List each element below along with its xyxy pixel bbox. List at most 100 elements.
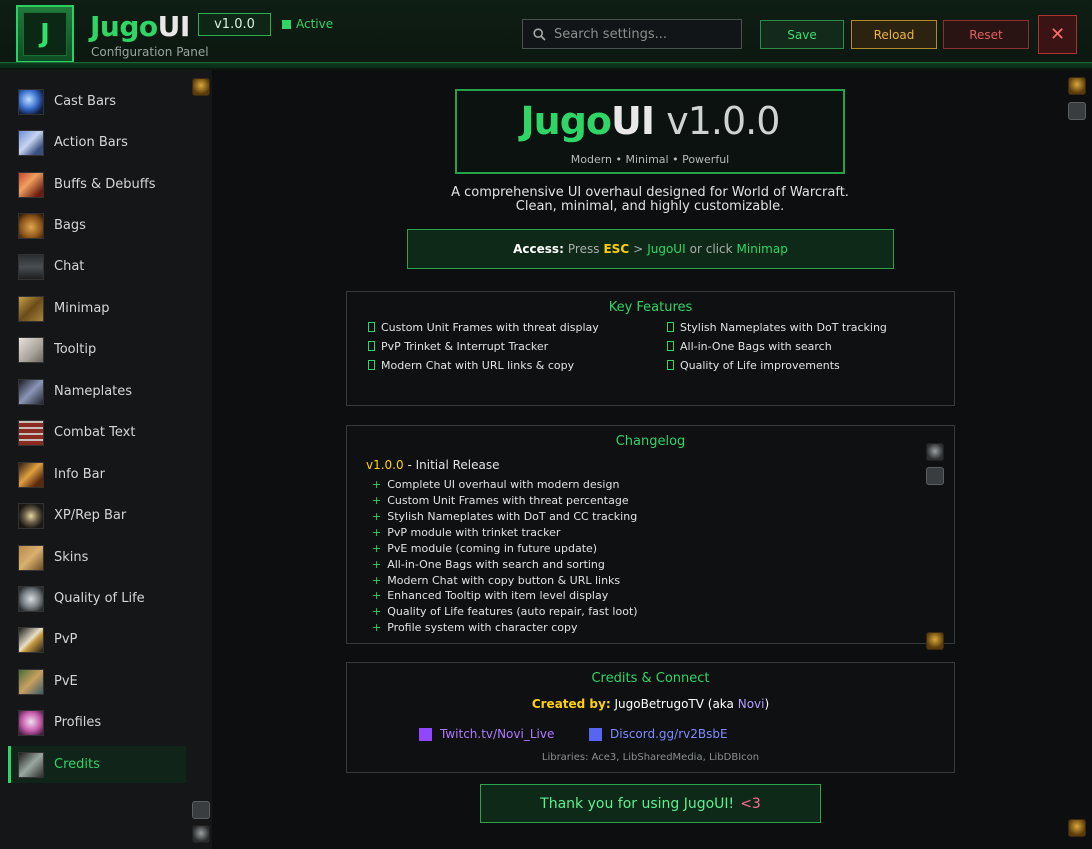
sidebar-item-xp-rep-bar[interactable]: XP/Rep Bar (8, 497, 186, 534)
access-label: Access: (513, 242, 564, 256)
changelog-item: + All-in-One Bags with search and sorting (372, 558, 605, 571)
sidebar-item-label: Quality of Life (54, 591, 145, 606)
minimap-icon (18, 295, 44, 322)
heart-text: <3 (740, 795, 761, 812)
credits-title: Credits & Connect (591, 671, 710, 686)
sidebar-scroll-up-button[interactable] (192, 78, 210, 96)
action-bars-icon (18, 129, 44, 156)
sidebar-item-bags[interactable]: Bags (8, 207, 186, 244)
plus-icon: + (372, 526, 382, 539)
discord-link[interactable]: Discord.gg/rv2BsbE (589, 727, 728, 741)
close-button[interactable]: ✕ (1038, 15, 1077, 54)
changelog-scroll-thumb[interactable] (926, 467, 944, 485)
app-title: JugoUI (90, 10, 190, 43)
changelog-item: + PvP module with trinket tracker (372, 526, 560, 539)
sidebar-item-buffs-debuffs[interactable]: Buffs & Debuffs (8, 166, 186, 203)
sidebar-item-pve[interactable]: PvE (8, 663, 186, 700)
sidebar-item-nameplates[interactable]: Nameplates (8, 373, 186, 410)
sidebar-item-label: Cast Bars (54, 94, 117, 109)
feature-text: PvP Trinket & Interrupt Tracker (381, 340, 549, 353)
credits-box: Credits & Connect Created by: JugoBetrug… (346, 662, 955, 773)
feature-text: All-in-One Bags with search (680, 340, 832, 353)
logo-letter: J (23, 12, 67, 56)
sidebar-item-label: PvE (54, 674, 78, 689)
feature-item: PvP Trinket & Interrupt Tracker (368, 340, 548, 353)
reload-button[interactable]: Reload (851, 20, 937, 49)
features-box: Key Features Custom Unit Frames with thr… (346, 291, 955, 406)
changelog-title: Changelog (615, 434, 686, 449)
feature-text: Stylish Nameplates with DoT tracking (680, 321, 887, 334)
changelog-text: Profile system with character copy (387, 621, 578, 634)
changelog-text: Complete UI overhaul with modern design (387, 478, 620, 491)
sidebar-item-combat-text[interactable]: Combat Text (8, 414, 186, 451)
hero-tagline: Modern • Minimal • Powerful (570, 153, 730, 166)
hero-title-part2: UI (611, 99, 655, 143)
skins-icon (18, 544, 44, 571)
content-scroll-thumb[interactable] (1068, 102, 1086, 120)
sidebar-item-pvp[interactable]: PvP (8, 621, 186, 658)
app-logo: J (16, 5, 74, 63)
search-icon (533, 27, 546, 41)
changelog-release: - Initial Release (403, 458, 500, 472)
sidebar-item-minimap[interactable]: Minimap (8, 290, 186, 327)
status-text: Active (296, 17, 334, 31)
sidebar-item-chat[interactable]: Chat (8, 248, 186, 285)
changelog-item: + Quality of Life features (auto repair, … (372, 605, 638, 618)
changelog-scroll-up-button[interactable] (926, 443, 944, 461)
twitch-link[interactable]: Twitch.tv/Novi_Live (419, 727, 554, 741)
search-input[interactable] (554, 26, 734, 42)
sidebar-item-label: XP/Rep Bar (54, 508, 127, 523)
sidebar-item-label: Bags (54, 218, 86, 233)
feature-item: Stylish Nameplates with DoT tracking (667, 321, 887, 334)
access-press: Press (567, 242, 600, 256)
sidebar-item-label: Action Bars (54, 135, 128, 150)
nameplates-icon (18, 378, 44, 405)
sidebar-item-profiles[interactable]: Profiles (8, 704, 186, 741)
twitch-link-text: Twitch.tv/Novi_Live (440, 727, 555, 741)
credits-icon (18, 751, 44, 778)
content-scroll-up-button[interactable] (1068, 77, 1086, 95)
features-title: Key Features (608, 300, 693, 315)
hero-banner: JugoUI v1.0.0 Modern • Minimal • Powerfu… (455, 89, 845, 174)
profiles-icon (18, 709, 44, 736)
sidebar-item-credits[interactable]: Credits (8, 746, 186, 783)
feature-text: Modern Chat with URL links & copy (381, 359, 575, 372)
feature-item: Custom Unit Frames with threat display (368, 321, 599, 334)
changelog-text: Enhanced Tooltip with item level display (387, 589, 609, 602)
sidebar-item-label: Profiles (54, 715, 102, 730)
sidebar-item-quality-of-life[interactable]: Quality of Life (8, 580, 186, 617)
sidebar-item-action-bars[interactable]: Action Bars (8, 124, 186, 161)
changelog-text: Custom Unit Frames with threat percentag… (387, 494, 629, 507)
status-indicator-icon (282, 20, 291, 29)
pve-icon (18, 668, 44, 695)
sidebar-item-info-bar[interactable]: Info Bar (8, 456, 186, 493)
changelog-scroll-down-button[interactable] (926, 632, 944, 650)
plus-icon: + (372, 478, 382, 491)
sidebar-item-skins[interactable]: Skins (8, 539, 186, 576)
access-arrow: > (633, 242, 644, 256)
plus-icon: + (372, 542, 382, 555)
sidebar-item-label: Nameplates (54, 384, 133, 399)
buffs-icon (18, 171, 44, 198)
changelog-item: + Enhanced Tooltip with item level displa… (372, 589, 608, 602)
bullet-icon (667, 360, 674, 370)
changelog-item: + Complete UI overhaul with modern design (372, 478, 619, 491)
reset-button[interactable]: Reset (943, 20, 1029, 49)
sidebar-item-label: PvP (54, 632, 78, 647)
sidebar-item-label: Buffs & Debuffs (54, 177, 156, 192)
sidebar-scroll-thumb[interactable] (192, 801, 210, 819)
search-box[interactable] (522, 19, 742, 49)
feature-item: All-in-One Bags with search (667, 340, 832, 353)
content-scroll-down-button[interactable] (1068, 819, 1086, 837)
plus-icon: + (372, 558, 382, 571)
save-button[interactable]: Save (760, 20, 844, 49)
hero-title: JugoUI v1.0.0 (457, 99, 843, 143)
version-badge: v1.0.0 (198, 13, 271, 36)
sidebar-item-tooltip[interactable]: Tooltip (8, 331, 186, 368)
feature-item: Modern Chat with URL links & copy (368, 359, 574, 372)
sidebar-scroll-down-button[interactable] (192, 825, 210, 843)
sidebar-item-cast-bars[interactable]: Cast Bars (8, 83, 186, 120)
changelog-item: + PvE module (coming in future update) (372, 542, 597, 555)
libraries-text: Libraries: Ace3, LibSharedMedia, LibDBIc… (541, 752, 760, 763)
description-line-2: Clean, minimal, and highly customizable. (515, 199, 785, 214)
